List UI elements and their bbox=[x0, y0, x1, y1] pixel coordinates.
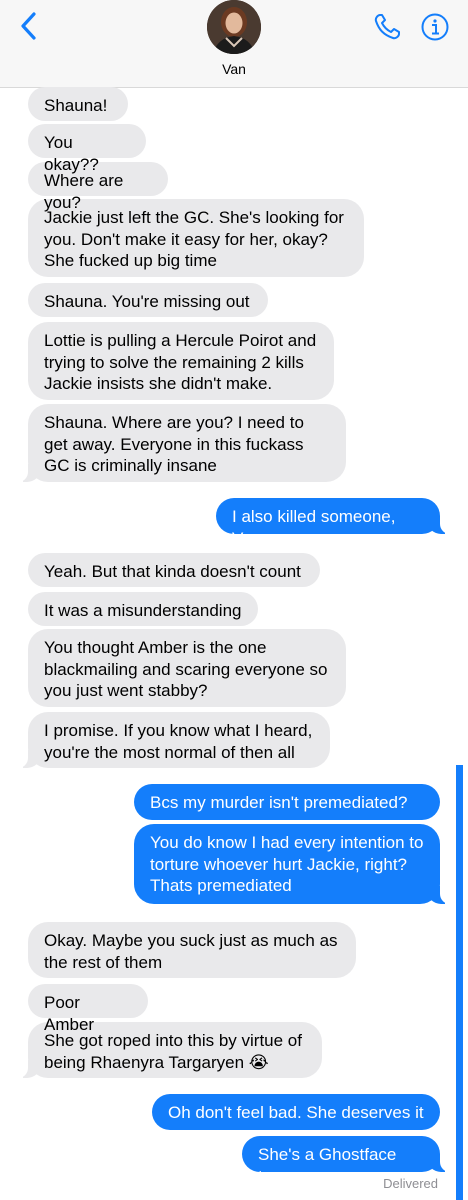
message-text: Shauna! bbox=[44, 96, 108, 115]
message-bubble-incoming[interactable]: Shauna! bbox=[28, 87, 128, 121]
message-text: I promise. If you know what I heard, you… bbox=[44, 721, 313, 762]
message-text: Poor Amber bbox=[44, 993, 95, 1034]
message-text: You okay?? bbox=[44, 133, 99, 174]
chevron-left-icon bbox=[21, 12, 36, 40]
message-bubble-incoming[interactable]: Shauna. You're missing out bbox=[28, 283, 268, 317]
message-text: She's a Ghostface too bbox=[258, 1145, 397, 1186]
message-text: Oh don't feel bad. She deserves it bbox=[168, 1103, 424, 1122]
scrollbar[interactable] bbox=[456, 765, 463, 1200]
message-bubble-incoming[interactable]: Lottie is pulling a Hercule Poirot and t… bbox=[28, 322, 334, 400]
message-bubble-incoming[interactable]: You thought Amber is the one blackmailin… bbox=[28, 629, 346, 707]
message-bubble-incoming[interactable]: I promise. If you know what I heard, you… bbox=[18, 712, 330, 768]
message-bubble-outgoing[interactable]: You do know I had every intention to tor… bbox=[134, 824, 450, 904]
message-bubble-incoming[interactable]: It was a misunderstanding bbox=[28, 592, 258, 626]
message-text: You thought Amber is the one blackmailin… bbox=[44, 638, 328, 700]
message-bubble-incoming[interactable]: Shauna. Where are you? I need to get awa… bbox=[18, 404, 346, 482]
message-text: You do know I had every intention to tor… bbox=[150, 833, 424, 895]
message-bubble-incoming[interactable]: Yeah. But that kinda doesn't count bbox=[28, 553, 320, 587]
message-text: It was a misunderstanding bbox=[44, 601, 242, 620]
contact-name[interactable]: Van bbox=[0, 61, 468, 77]
conversation-header: Van bbox=[0, 0, 468, 88]
message-bubble-incoming[interactable]: You okay?? bbox=[28, 124, 146, 174]
delivered-status: Delivered bbox=[383, 1176, 438, 1191]
message-bubble-outgoing[interactable]: She's a Ghostface too bbox=[242, 1136, 450, 1186]
info-icon bbox=[421, 13, 449, 41]
message-bubble-outgoing[interactable]: I also killed someone, Van bbox=[216, 498, 450, 548]
message-bubble-outgoing[interactable]: Oh don't feel bad. She deserves it bbox=[152, 1094, 440, 1130]
back-button[interactable] bbox=[14, 10, 42, 42]
avatar[interactable] bbox=[207, 0, 261, 54]
message-bubble-incoming[interactable]: Jackie just left the GC. She's looking f… bbox=[28, 199, 364, 277]
message-text: Jackie just left the GC. She's looking f… bbox=[44, 208, 344, 270]
call-button[interactable] bbox=[372, 12, 402, 44]
message-text: Yeah. But that kinda doesn't count bbox=[44, 562, 301, 581]
avatar-photo bbox=[207, 0, 261, 54]
message-bubble-incoming[interactable]: Poor Amber bbox=[28, 984, 148, 1034]
message-bubble-incoming[interactable]: She got roped into this by virtue of bei… bbox=[18, 1022, 322, 1078]
message-text: She got roped into this by virtue of bei… bbox=[44, 1031, 302, 1072]
message-text: Shauna. Where are you? I need to get awa… bbox=[44, 413, 304, 475]
message-bubble-outgoing[interactable]: Bcs my murder isn't premediated? bbox=[134, 784, 440, 820]
message-text: Shauna. You're missing out bbox=[44, 292, 250, 311]
phone-icon bbox=[374, 14, 400, 40]
message-text: I also killed someone, Van bbox=[232, 507, 396, 548]
info-button[interactable] bbox=[420, 12, 450, 44]
message-bubble-incoming[interactable]: Okay. Maybe you suck just as much as the… bbox=[28, 922, 356, 978]
message-text: Bcs my murder isn't premediated? bbox=[150, 793, 408, 812]
message-text: Lottie is pulling a Hercule Poirot and t… bbox=[44, 331, 317, 393]
message-text: Okay. Maybe you suck just as much as the… bbox=[44, 931, 338, 972]
